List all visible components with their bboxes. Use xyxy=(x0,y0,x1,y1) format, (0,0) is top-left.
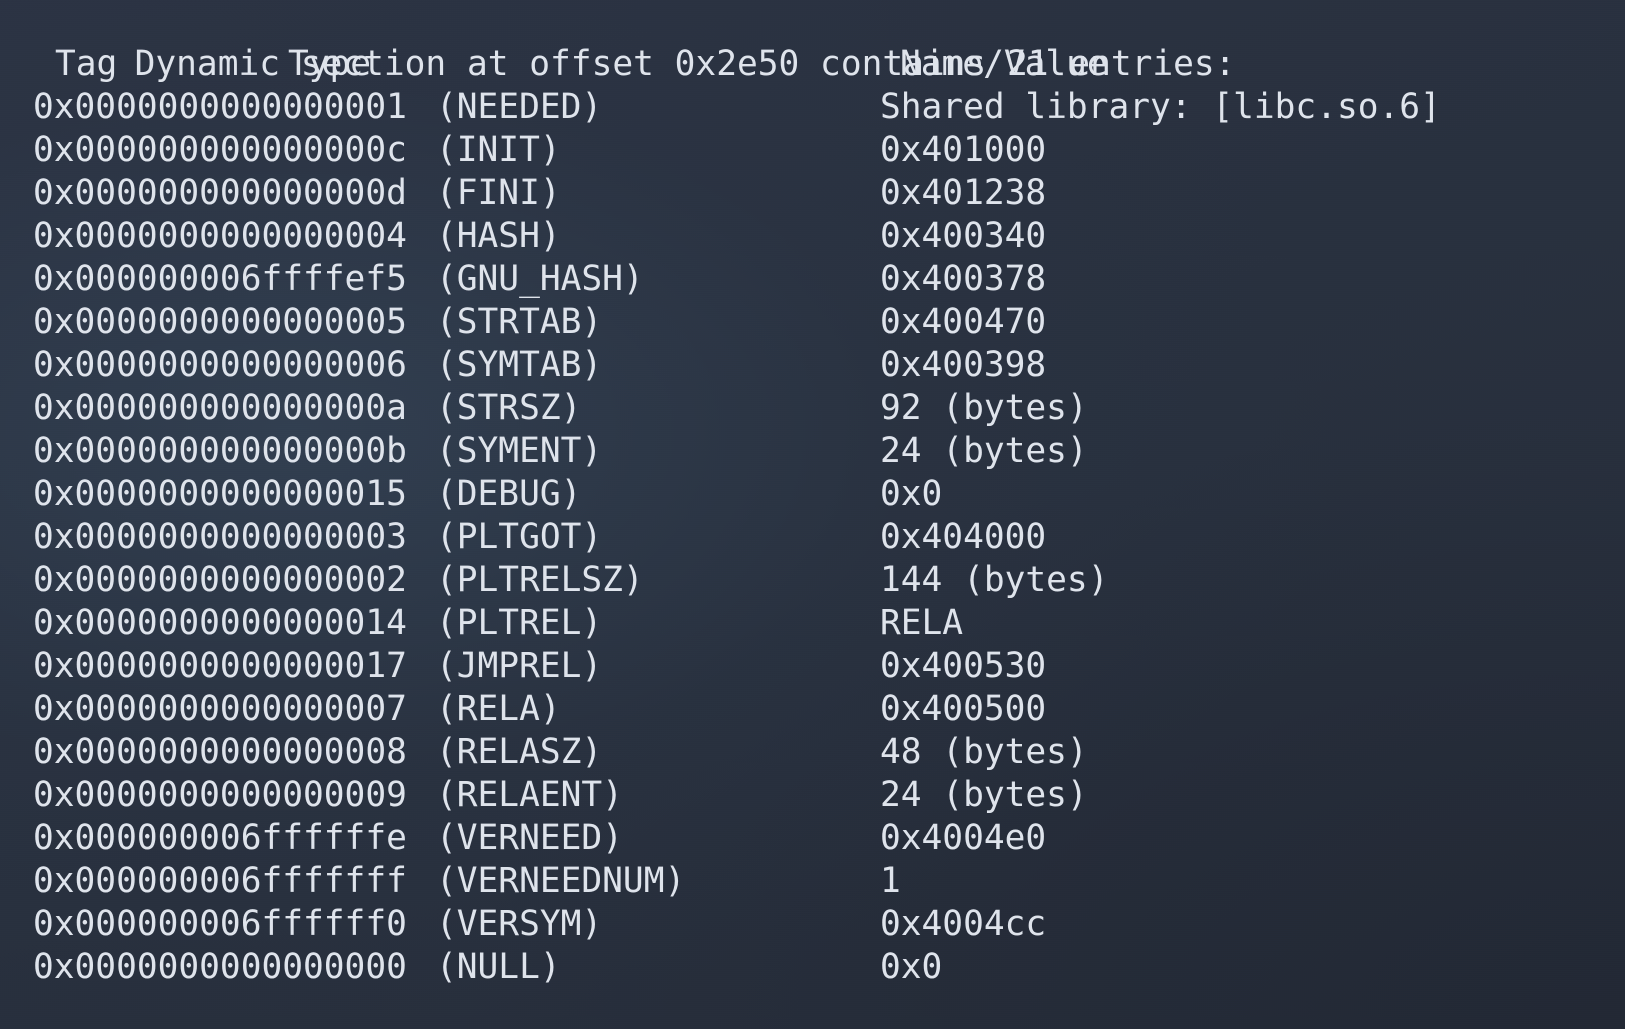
dynamic-entry-list: 0x0000000000000001 (NEEDED) Shared library… xyxy=(0,86,1625,989)
entry-type: (RELAENT) xyxy=(436,775,623,815)
terminal-output[interactable]: Dynamic section at offset 0x2e50 contain… xyxy=(0,0,1625,989)
entry-type: (STRTAB) xyxy=(436,302,603,342)
entry-tag: 0x000000006ffffff0 xyxy=(33,904,407,944)
dynamic-entry-row: 0x0000000000000007 (RELA) 0x400500 xyxy=(0,688,1625,731)
entry-type: (PLTGOT) xyxy=(436,517,603,557)
entry-value: 0x0 xyxy=(880,947,943,987)
entry-type: (SYMENT) xyxy=(436,431,603,471)
dynamic-entry-row: 0x000000000000000c (INIT) 0x401000 xyxy=(0,129,1625,172)
entry-tag: 0x0000000000000017 xyxy=(33,646,407,686)
entry-tag: 0x0000000000000015 xyxy=(33,474,407,514)
entry-type: (INIT) xyxy=(436,130,561,170)
entry-tag: 0x0000000000000001 xyxy=(33,87,407,127)
entry-value: 0x401238 xyxy=(880,173,1047,213)
entry-type: (NULL) xyxy=(436,947,561,987)
dynamic-entry-row: 0x0000000000000006 (SYMTAB) 0x400398 xyxy=(0,344,1625,387)
entry-value: 1 xyxy=(880,861,901,901)
entry-type: (PLTRELSZ) xyxy=(436,560,644,600)
entry-value: Shared library: [libc.so.6] xyxy=(880,87,1441,127)
entry-type: (GNU_HASH) xyxy=(436,259,644,299)
entry-tag: 0x0000000000000003 xyxy=(33,517,407,557)
entry-tag: 0x000000000000000d xyxy=(33,173,407,213)
entry-tag: 0x0000000000000005 xyxy=(33,302,407,342)
entry-type: (RELASZ) xyxy=(436,732,603,772)
dynamic-entry-row: 0x0000000000000001 (NEEDED) Shared library… xyxy=(0,86,1625,129)
entry-type: (VERSYM) xyxy=(436,904,603,944)
entry-type: (JMPREL) xyxy=(436,646,603,686)
entry-tag: 0x000000006fffffff xyxy=(33,861,407,901)
entry-tag: 0x0000000000000008 xyxy=(33,732,407,772)
entry-value: 92 (bytes) xyxy=(880,388,1088,428)
dynamic-entry-row: 0x0000000000000015 (DEBUG) 0x0 xyxy=(0,473,1625,516)
entry-type: (DEBUG) xyxy=(436,474,582,514)
entry-value: 48 (bytes) xyxy=(880,732,1088,772)
dynamic-entry-row: 0x000000006ffffffe (VERNEED) 0x4004e0 xyxy=(0,817,1625,860)
entry-value: 0x400530 xyxy=(880,646,1047,686)
entry-value: 0x400398 xyxy=(880,345,1047,385)
column-header-type: Type xyxy=(288,44,372,84)
column-header-name-value: Name/Value xyxy=(900,44,1108,84)
terminal-screen: Dynamic section at offset 0x2e50 contain… xyxy=(0,0,1625,1029)
entry-type: (NEEDED) xyxy=(436,87,603,127)
entry-value: 0x400500 xyxy=(880,689,1047,729)
dynamic-entry-row: 0x0000000000000014 (PLTREL) RELA xyxy=(0,602,1625,645)
entry-type: (FINI) xyxy=(436,173,561,213)
entry-value: 0x400340 xyxy=(880,216,1047,256)
dynamic-entry-row: 0x0000000000000009 (RELAENT) 24 (bytes) xyxy=(0,774,1625,817)
entry-tag: 0x0000000000000004 xyxy=(33,216,407,256)
entry-value: 0x400470 xyxy=(880,302,1047,342)
entry-tag: 0x000000000000000a xyxy=(33,388,407,428)
dynamic-entry-row: 0x0000000000000017 (JMPREL) 0x400530 xyxy=(0,645,1625,688)
dynamic-section-title: Dynamic section at offset 0x2e50 contain… xyxy=(0,0,1625,84)
entry-tag: 0x0000000000000014 xyxy=(33,603,407,643)
entry-tag: 0x0000000000000006 xyxy=(33,345,407,385)
entry-value: 0x401000 xyxy=(880,130,1047,170)
entry-tag: 0x000000000000000b xyxy=(33,431,407,471)
column-header-row: Tag Type Name/Value xyxy=(0,43,1625,86)
entry-value: 0x0 xyxy=(880,474,943,514)
entry-tag: 0x0000000000000009 xyxy=(33,775,407,815)
dynamic-entry-row: 0x0000000000000003 (PLTGOT) 0x404000 xyxy=(0,516,1625,559)
dynamic-entry-row: 0x000000006ffffef5 (GNU_HASH) 0x400378 xyxy=(0,258,1625,301)
dynamic-entry-row: 0x000000000000000d (FINI) 0x401238 xyxy=(0,172,1625,215)
dynamic-entry-row: 0x000000000000000a (STRSZ) 92 (bytes) xyxy=(0,387,1625,430)
dynamic-entry-row: 0x000000000000000b (SYMENT) 24 (bytes) xyxy=(0,430,1625,473)
entry-value: 144 (bytes) xyxy=(880,560,1109,600)
entry-tag: 0x000000006ffffffe xyxy=(33,818,407,858)
entry-tag: 0x000000000000000c xyxy=(33,130,407,170)
entry-value: 24 (bytes) xyxy=(880,775,1088,815)
entry-tag: 0x000000006ffffef5 xyxy=(33,259,407,299)
dynamic-entry-row: 0x000000006ffffff0 (VERSYM) 0x4004cc xyxy=(0,903,1625,946)
dynamic-entry-row: 0x0000000000000005 (STRTAB) 0x400470 xyxy=(0,301,1625,344)
entry-tag: 0x0000000000000007 xyxy=(33,689,407,729)
entry-type: (VERNEED) xyxy=(436,818,623,858)
entry-type: (HASH) xyxy=(436,216,561,256)
entry-value: 24 (bytes) xyxy=(880,431,1088,471)
entry-value: RELA xyxy=(880,603,964,643)
dynamic-entry-row: 0x000000006fffffff (VERNEEDNUM) 1 xyxy=(0,860,1625,903)
dynamic-entry-row: 0x0000000000000004 (HASH) 0x400340 xyxy=(0,215,1625,258)
column-header-tag: Tag xyxy=(55,44,118,84)
entry-tag: 0x0000000000000000 xyxy=(33,947,407,987)
dynamic-entry-row: 0x0000000000000002 (PLTRELSZ) 144 (bytes) xyxy=(0,559,1625,602)
entry-value: 0x4004cc xyxy=(880,904,1047,944)
dynamic-entry-row: 0x0000000000000008 (RELASZ) 48 (bytes) xyxy=(0,731,1625,774)
entry-type: (SYMTAB) xyxy=(436,345,603,385)
entry-tag: 0x0000000000000002 xyxy=(33,560,407,600)
entry-value: 0x400378 xyxy=(880,259,1047,299)
entry-value: 0x404000 xyxy=(880,517,1047,557)
entry-type: (PLTREL) xyxy=(436,603,603,643)
entry-type: (RELA) xyxy=(436,689,561,729)
entry-type: (VERNEEDNUM) xyxy=(436,861,686,901)
entry-value: 0x4004e0 xyxy=(880,818,1047,858)
dynamic-entry-row: 0x0000000000000000 (NULL) 0x0 xyxy=(0,946,1625,989)
entry-type: (STRSZ) xyxy=(436,388,582,428)
